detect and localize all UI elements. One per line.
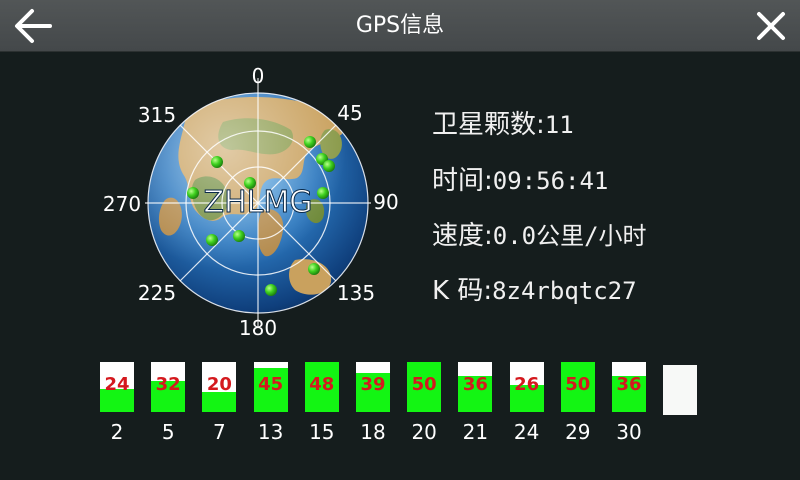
signal-bar: 26 <box>509 362 544 412</box>
satellite-prn: 13 <box>257 420 284 444</box>
sky-center-label: ZHLMG <box>204 185 313 220</box>
satellite-prn: 21 <box>462 420 489 444</box>
signal-bar: 20 <box>202 362 237 412</box>
signal-bar: 50 <box>560 362 595 412</box>
satellite-signal-29: 50 29 <box>559 362 597 444</box>
satellite-prn: 30 <box>616 420 642 444</box>
angle-label-270: 270 <box>102 192 142 216</box>
title-bar: GPS信息 <box>0 0 800 52</box>
signal-snr-value: 36 <box>462 374 488 395</box>
time-value: 09:56:41 <box>492 167 609 195</box>
signal-snr-value: 39 <box>360 374 386 395</box>
code-label: K 码: <box>432 276 493 306</box>
angle-label-225: 225 <box>137 281 177 305</box>
signal-bar: 39 <box>356 362 390 412</box>
time-label: 时间: <box>432 166 493 196</box>
satellite-signal-30: 36 30 <box>610 362 648 444</box>
signal-bar: 36 <box>458 362 493 412</box>
satellite-dot <box>317 187 329 199</box>
satellite-dot <box>304 136 316 148</box>
satellite-dot <box>211 156 223 168</box>
signal-snr-value: 50 <box>411 374 437 395</box>
satellite-count-label: 卫星颗数: <box>432 110 545 140</box>
satellite-prn: 5 <box>161 420 175 444</box>
speed-row: 速度:0.0公里/小时 <box>432 215 647 252</box>
satellite-prn: 29 <box>565 420 591 444</box>
signal-bar: 36 <box>612 362 646 412</box>
satellite-dot <box>265 284 277 296</box>
satellite-dot <box>187 187 199 199</box>
close-button[interactable] <box>750 5 792 47</box>
signal-snr-value: 50 <box>565 374 591 395</box>
signal-snr-value: 45 <box>258 374 284 395</box>
empty-signal-slot <box>663 365 697 415</box>
satellite-signal-2: 24 2 <box>98 362 136 444</box>
satellite-signal-5: 32 5 <box>149 362 187 444</box>
satellite-prn: 2 <box>110 420 124 444</box>
signal-snr-value: 24 <box>104 374 130 395</box>
satellite-signal-21: 36 21 <box>456 362 494 444</box>
satellite-prn: 20 <box>411 420 437 444</box>
satellite-signal-7: 20 7 <box>200 362 238 444</box>
satellite-signal-18: 39 18 <box>354 362 392 444</box>
signal-bar: 45 <box>253 362 288 412</box>
arrow-left-icon <box>15 9 52 43</box>
code-row: K 码:8z4rbqtc27 <box>432 270 637 307</box>
satellite-prn: 7 <box>213 420 226 444</box>
speed-value: 0.0公里/小时 <box>492 222 647 250</box>
close-icon <box>757 12 785 40</box>
angle-label-135: 135 <box>336 281 376 305</box>
satellite-signal-20: 50 20 <box>405 362 443 444</box>
signal-snr-value: 36 <box>616 374 642 395</box>
signal-bar-fill <box>202 392 237 412</box>
back-button[interactable] <box>10 5 54 47</box>
satellite-signal-15: 48 15 <box>303 362 341 444</box>
satellite-prn: 24 <box>513 420 540 444</box>
satellite-prn: 18 <box>360 420 386 444</box>
satellite-prn: 15 <box>309 420 335 444</box>
angle-label-45: 45 <box>337 101 363 125</box>
signal-snr-value: 48 <box>309 374 335 395</box>
satellite-count-value: 11 <box>544 111 574 139</box>
satellite-signal-24: 26 24 <box>508 362 546 444</box>
satellite-dot <box>323 160 335 172</box>
satellite-signal-13: 45 13 <box>252 362 290 444</box>
speed-label: 速度: <box>432 221 493 251</box>
signal-bar: 50 <box>407 362 442 412</box>
satellite-dot <box>308 263 320 275</box>
angle-label-180: 180 <box>238 316 278 340</box>
angle-label-315: 315 <box>137 103 177 127</box>
satellite-dot <box>244 177 256 189</box>
signal-bar: 24 <box>100 362 134 412</box>
code-value: 8z4rbqtc27 <box>492 277 637 305</box>
signal-bar: 48 <box>304 362 339 412</box>
angle-label-0: 0 <box>251 64 265 88</box>
signal-snr-value: 26 <box>514 374 540 395</box>
satellite-dot <box>233 230 245 242</box>
signal-snr-value: 32 <box>155 374 181 395</box>
signal-strength-bars: 24 2 32 5 20 7 45 13 48 15 39 18 50 20 36 21 26 24 50 29 36 3… <box>98 362 718 452</box>
signal-bar: 32 <box>151 362 186 412</box>
angle-label-90: 90 <box>373 190 399 214</box>
signal-snr-value: 20 <box>206 374 232 395</box>
satellite-sky-view: ZHLMG 0 45 90 135 180 225 270 315 <box>95 60 425 345</box>
page-title: GPS信息 <box>355 13 445 38</box>
satellite-dot <box>206 234 218 246</box>
satellite-count-row: 卫星颗数:11 <box>432 104 574 141</box>
time-row: 时间:09:56:41 <box>432 160 608 197</box>
